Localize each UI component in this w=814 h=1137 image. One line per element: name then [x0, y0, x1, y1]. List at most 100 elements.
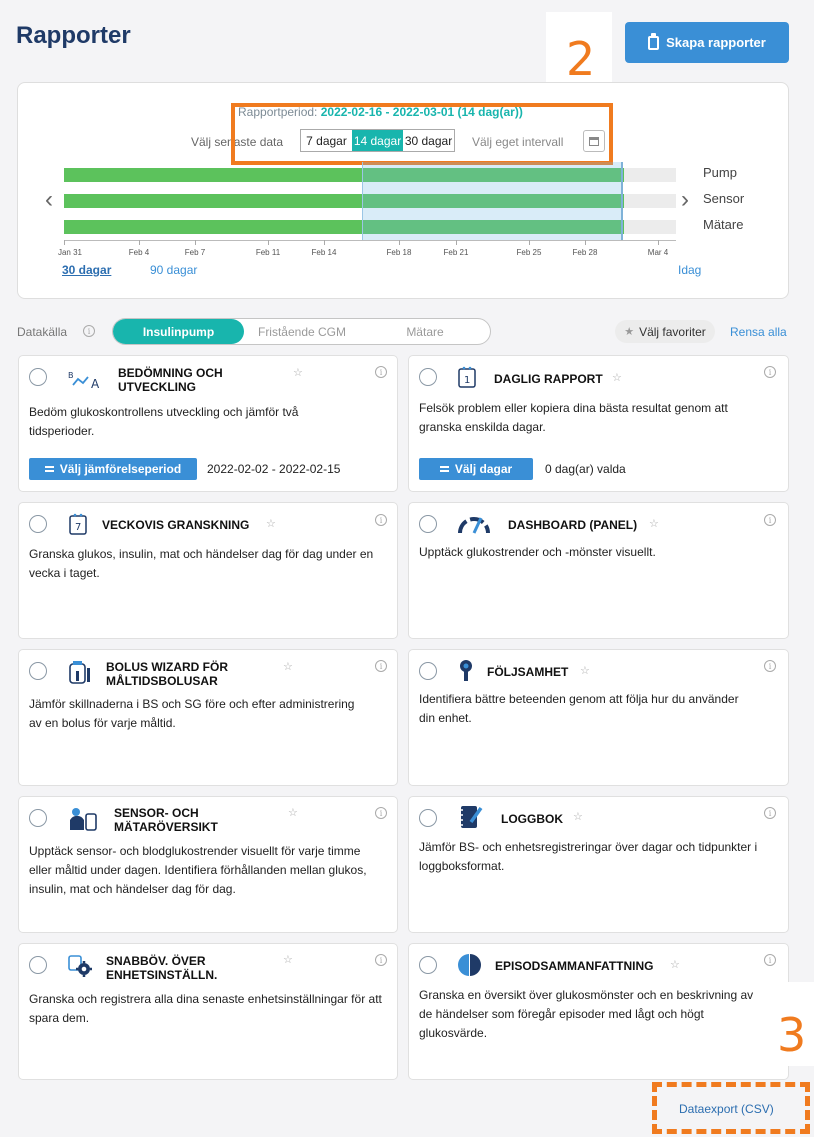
datasource-tab-cgm[interactable]: Fristående CGM	[244, 319, 360, 344]
favorite-star-icon[interactable]: ☆	[573, 810, 583, 823]
axis-tick	[195, 240, 196, 245]
info-icon[interactable]: i	[764, 514, 776, 526]
choose-days-label: Välj dagar	[454, 462, 513, 476]
choose-favorites-label: Välj favoriter	[639, 324, 706, 339]
device-settings-icon	[67, 953, 93, 977]
report-select-radio[interactable]	[29, 956, 47, 974]
axis-tick	[324, 240, 325, 245]
report-card-description: Bedöm glukoskontrollens utveckling och j…	[29, 405, 299, 439]
favorite-star-icon[interactable]: ☆	[649, 517, 659, 530]
report-select-radio[interactable]	[419, 956, 437, 974]
report-card-description: Granska en översikt över glukosmönster o…	[419, 988, 754, 1041]
report-card-title: BEDÖMNING OCH UTVECKLING	[118, 366, 223, 394]
report-card-description: Identifiera bättre beteenden genom att f…	[419, 692, 739, 726]
selected-period-window[interactable]	[362, 162, 623, 240]
range-90-days-link[interactable]: 90 dagar	[150, 263, 197, 277]
report-select-radio[interactable]	[29, 515, 47, 533]
report-card-title: BOLUS WIZARD FÖR MÅLTIDSBOLUSAR	[106, 660, 228, 688]
report-card-description: Felsök problem eller kopiera dina bästa …	[419, 401, 728, 435]
trend-comparison-icon: BA	[68, 369, 100, 391]
star-icon: ★	[624, 326, 635, 338]
selected-days-value: 0 dag(ar) valda	[545, 462, 626, 476]
report-select-radio[interactable]	[419, 515, 437, 533]
menu-icon	[44, 466, 54, 472]
info-icon[interactable]: i	[764, 660, 776, 672]
clear-all-link[interactable]: Rensa alla	[730, 325, 787, 339]
info-icon[interactable]: i	[764, 954, 776, 966]
info-icon[interactable]: i	[83, 325, 95, 337]
svg-text:A: A	[91, 377, 100, 391]
report-select-radio[interactable]	[419, 809, 437, 827]
choose-comparison-period-button[interactable]: Välj jämförelseperiod	[29, 458, 197, 480]
favorite-star-icon[interactable]: ☆	[283, 953, 293, 966]
axis-tick	[399, 240, 400, 245]
report-card-title: SNABBÖV. ÖVER ENHETSINSTÄLLN.	[106, 954, 218, 982]
axis-tick	[139, 240, 140, 245]
report-select-radio[interactable]	[419, 368, 437, 386]
axis-tick-label: Feb 7	[184, 248, 206, 257]
report-card-title: VECKOVIS GRANSKNING	[102, 518, 250, 532]
report-select-radio[interactable]	[29, 662, 47, 680]
report-card-description: Granska glukos, insulin, mat och händels…	[29, 547, 374, 581]
choose-favorites-button[interactable]: ★ Välj favoriter	[615, 320, 715, 343]
report-card-title: DASHBOARD (PANEL)	[508, 518, 638, 532]
info-icon[interactable]: i	[375, 954, 387, 966]
chevron-right-icon[interactable]: ›	[681, 188, 689, 212]
info-icon[interactable]: i	[764, 807, 776, 819]
report-select-radio[interactable]	[29, 809, 47, 827]
axis-tick-label: Feb 25	[516, 248, 542, 257]
axis-tick-label: Feb 14	[311, 248, 337, 257]
datasource-tab-meter[interactable]: Mätare	[360, 319, 490, 344]
weekly-calendar-icon: 7	[67, 512, 93, 535]
create-reports-button[interactable]: Skapa rapporter	[625, 22, 789, 63]
daily-calendar-icon: 1	[456, 365, 482, 388]
svg-text:1: 1	[464, 375, 470, 386]
sensor-meter-icon	[67, 806, 97, 831]
axis-tick-label: Feb 4	[128, 248, 150, 257]
favorite-star-icon[interactable]: ☆	[266, 517, 276, 530]
annotation-number-3: 3	[777, 1008, 807, 1062]
comparison-period-value: 2022-02-02 - 2022-02-15	[207, 462, 341, 476]
today-link[interactable]: Idag	[678, 263, 701, 277]
report-card-title: SENSOR- OCH MÄTARÖVERSIKT	[114, 806, 218, 834]
clipboard-icon	[648, 32, 660, 50]
favorite-star-icon[interactable]: ☆	[293, 366, 303, 379]
report-card-description: Granska och registrera alla dina senaste…	[29, 992, 382, 1026]
bolus-wizard-icon	[67, 659, 93, 684]
report-card-description: Upptäck glukostrender och -mönster visue…	[419, 545, 656, 559]
favorite-star-icon[interactable]: ☆	[580, 664, 590, 677]
choose-comparison-period-label: Välj jämförelseperiod	[59, 462, 182, 476]
report-card-description: Jämför BS- och enhetsregistreringar över…	[419, 840, 758, 874]
report-card-title: DAGLIG RAPPORT	[494, 372, 603, 386]
info-icon[interactable]: i	[375, 807, 387, 819]
report-select-radio[interactable]	[29, 368, 47, 386]
axis-tick	[658, 240, 659, 245]
axis-tick-label: Feb 28	[572, 248, 598, 257]
favorite-star-icon[interactable]: ☆	[283, 660, 293, 673]
axis-tick-label: Feb 21	[443, 248, 469, 257]
info-icon[interactable]: i	[375, 514, 387, 526]
report-card-title: EPISODSAMMANFATTNING	[495, 959, 654, 973]
favorite-star-icon[interactable]: ☆	[288, 806, 298, 819]
axis-tick-label: Mar 4	[647, 248, 669, 257]
datasource-tabs: Insulinpump Fristående CGM Mätare	[112, 318, 491, 345]
datasource-tab-insulin-pump[interactable]: Insulinpump	[113, 319, 244, 344]
range-30-days-link[interactable]: 30 dagar	[62, 263, 111, 277]
gauge-icon	[457, 512, 490, 534]
chevron-left-icon[interactable]: ‹	[45, 188, 53, 212]
axis-tick-label: Feb 18	[386, 248, 412, 257]
info-icon[interactable]: i	[375, 660, 387, 672]
episode-summary-icon	[457, 953, 483, 976]
annotation-box-3	[652, 1082, 810, 1134]
report-select-radio[interactable]	[419, 662, 437, 680]
axis-tick	[64, 240, 65, 245]
favorite-star-icon[interactable]: ☆	[612, 371, 622, 384]
choose-days-button[interactable]: Välj dagar	[419, 458, 533, 480]
annotation-box-2	[231, 103, 613, 165]
info-icon[interactable]: i	[375, 366, 387, 378]
page-title: Rapporter	[16, 22, 131, 49]
favorite-star-icon[interactable]: ☆	[670, 958, 680, 971]
menu-icon	[439, 466, 449, 472]
info-icon[interactable]: i	[764, 366, 776, 378]
datasource-label: Datakälla	[17, 325, 68, 339]
